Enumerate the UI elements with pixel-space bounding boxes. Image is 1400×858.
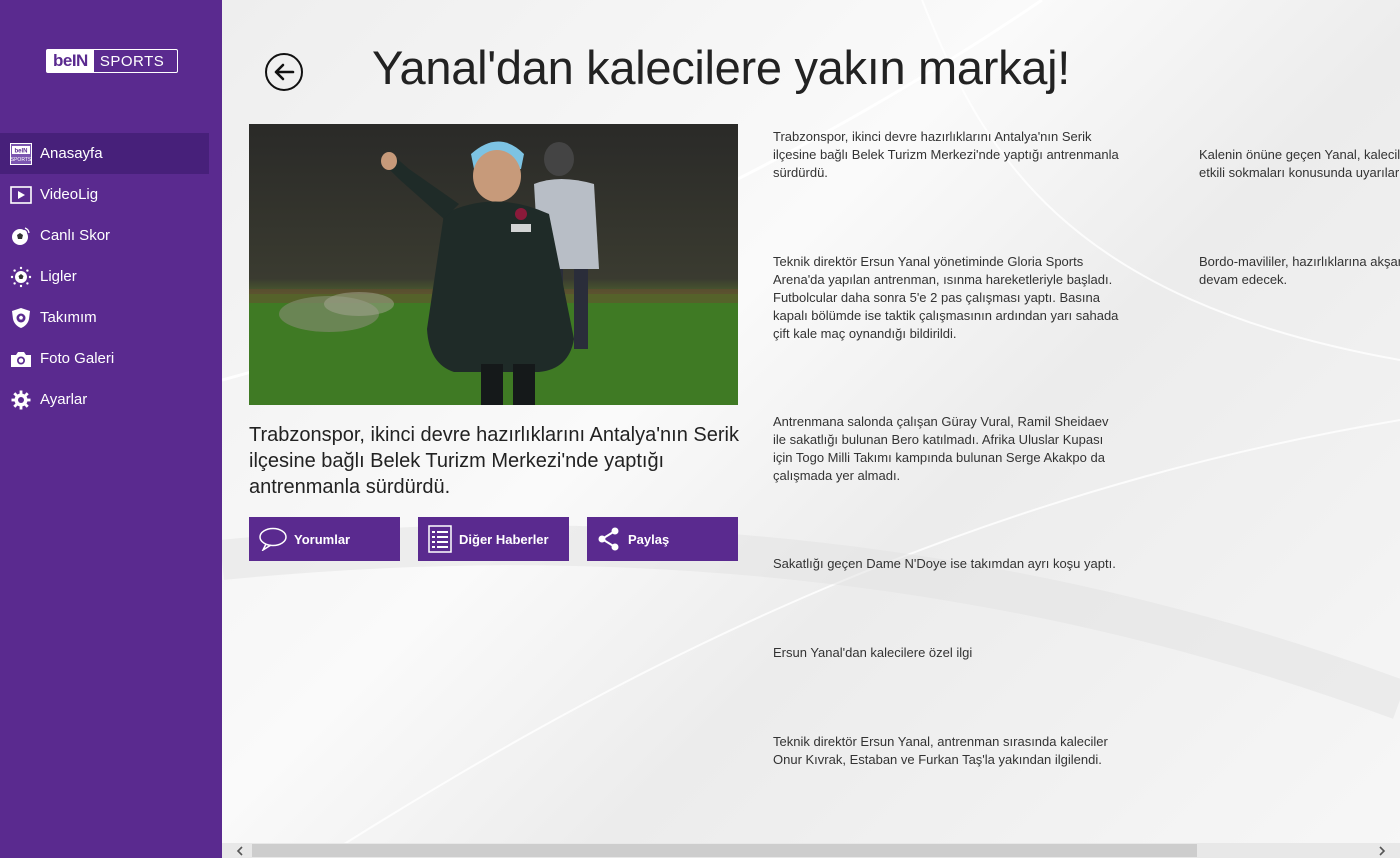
nav-item-canli-skor[interactable]: Canlı Skor [0,215,209,256]
article-actions: Yorumlar Diğer Haberler Paylaş [249,517,738,561]
share-button[interactable]: Paylaş [587,517,738,561]
article-title: Yanal'dan kalecilere yakın markaj! [372,41,1071,94]
article-paragraph: Teknik direktör Ersun Yanal, antrenman s… [773,734,1108,767]
speech-bubble-icon [258,527,288,551]
share-icon [596,526,622,552]
back-button[interactable] [265,53,303,91]
svg-text:beIN: beIN [14,148,27,154]
logo-sports: SPORTS [99,52,165,70]
back-arrow-icon [274,63,295,81]
sidebar: beIN SPORTS beIN SPORTS Anasayfa VideoLi… [0,0,222,858]
scroll-right-icon[interactable] [1372,843,1392,858]
article-view: Yanal'dan kalecilere yakın markaj! Trabz… [222,0,1400,858]
scrollbar-thumb[interactable] [252,844,1197,857]
article-paragraph: Trabzonspor, ikinci devre hazırlıklarını… [773,129,1119,180]
nav-label-takimim: Takımım [40,309,97,326]
article-paragraph: Bordo-mavililer, hazırlıklarına akşar de… [1199,254,1400,287]
nav-label-canli-skor: Canlı Skor [40,227,111,244]
article-body-column-2: Kalenin önüne geçen Yanal, kalecil etkil… [1199,146,1400,346]
comments-label: Yorumlar [294,531,351,547]
nav-label-ligler: Ligler [40,268,77,285]
article-lead: Trabzonspor, ikinci devre hazırlıklarını… [249,424,739,498]
bein-icon: beIN SPORTS [10,142,32,165]
live-ball-icon [10,225,32,247]
nav-label-foto-galeri: Foto Galeri [40,350,115,367]
play-icon [10,184,32,206]
article-paragraph: Sakatlığı geçen Dame N'Doye ise takımdan… [773,556,1116,571]
nav-item-videolig[interactable]: VideoLig [0,174,209,215]
shield-icon [10,307,32,329]
svg-text:SPORTS: SPORTS [11,157,32,163]
article-subheading: Ersun Yanal'dan kalecilere özel ilgi [773,645,973,660]
league-ball-icon [10,266,32,288]
nav-item-ayarlar[interactable]: Ayarlar [0,379,209,420]
other-news-button[interactable]: Diğer Haberler [418,517,569,561]
gear-icon [10,389,32,411]
other-news-label: Diğer Haberler [459,531,549,547]
camera-icon [10,348,32,370]
logo-bein: beIN [47,50,94,72]
article-paragraph: Antrenmana salonda çalışan Güray Vural, … [773,414,1109,483]
list-icon [427,525,453,553]
nav-menu: beIN SPORTS Anasayfa VideoLig Canlı Skor… [0,133,222,420]
horizontal-scrollbar[interactable] [222,843,1400,858]
article-body-column: Trabzonspor, ikinci devre hazırlıklarını… [773,128,1133,828]
nav-item-ligler[interactable]: Ligler [0,256,209,297]
nav-item-anasayfa[interactable]: beIN SPORTS Anasayfa [0,133,209,174]
article-paragraph: Teknik direktör Ersun Yanal yönetiminde … [773,254,1119,341]
bein-sports-logo[interactable]: beIN SPORTS [46,49,178,73]
nav-label-videolig: VideoLig [40,186,99,203]
nav-item-takimim[interactable]: Takımım [0,297,209,338]
nav-item-foto-galeri[interactable]: Foto Galeri [0,338,209,379]
comments-button[interactable]: Yorumlar [249,517,400,561]
article-paragraph: Kalenin önüne geçen Yanal, kalecil etkil… [1199,147,1400,180]
nav-label-ayarlar: Ayarlar [40,391,88,408]
nav-label-anasayfa: Anasayfa [40,145,103,162]
share-label: Paylaş [628,531,670,547]
article-photo[interactable] [249,124,738,405]
scroll-left-icon[interactable] [230,843,250,858]
